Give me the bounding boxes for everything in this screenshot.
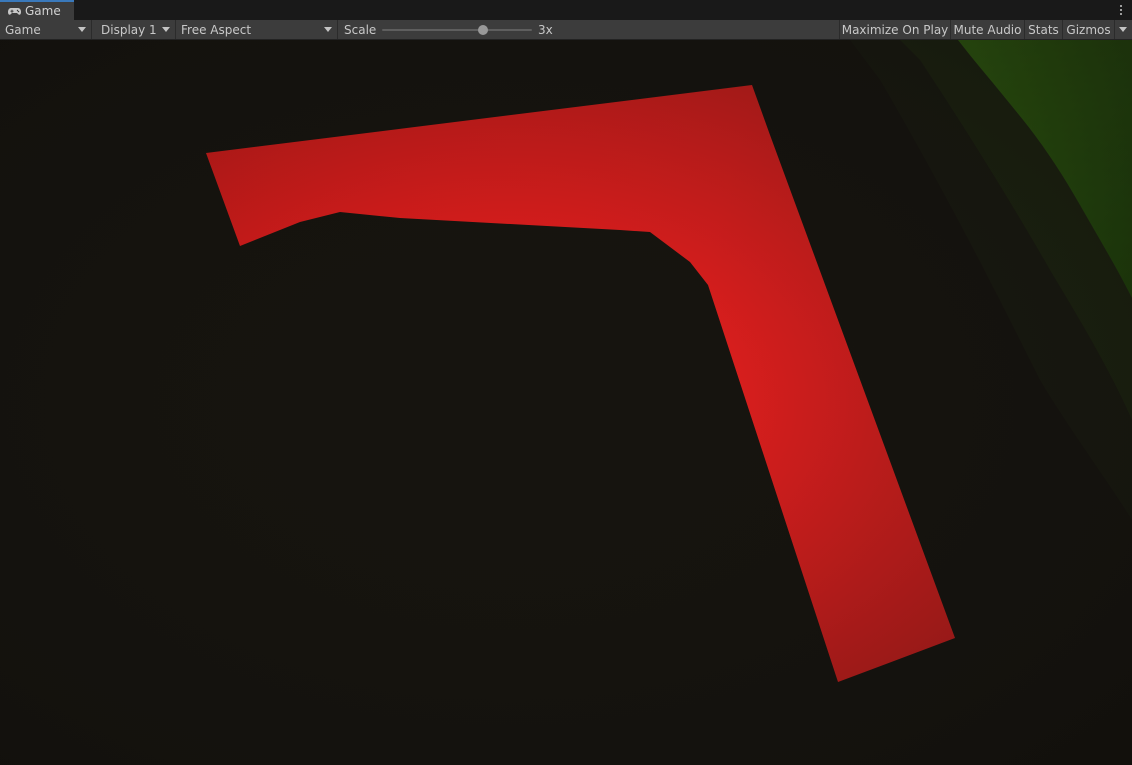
game-viewport[interactable] xyxy=(0,40,1132,765)
kebab-menu-icon[interactable] xyxy=(1118,2,1124,18)
tab-game[interactable]: Game xyxy=(0,0,74,20)
gizmos-toggle[interactable]: Gizmos xyxy=(1062,20,1114,39)
aspect-label: Free Aspect xyxy=(181,22,252,37)
maximize-on-play-label: Maximize On Play xyxy=(841,22,949,37)
mute-audio-label: Mute Audio xyxy=(953,22,1022,37)
maximize-on-play-toggle[interactable]: Maximize On Play xyxy=(839,20,950,39)
gizmos-dropdown[interactable] xyxy=(1114,20,1132,39)
gamepad-icon xyxy=(8,7,21,16)
scene-render xyxy=(0,40,1132,765)
stats-label: Stats xyxy=(1028,22,1059,37)
editor-tab-bar: Game xyxy=(0,0,1132,20)
stats-toggle[interactable]: Stats xyxy=(1024,20,1062,39)
chevron-down-icon xyxy=(324,27,332,32)
display-label: Display 1 xyxy=(101,22,157,37)
aspect-dropdown[interactable]: Free Aspect xyxy=(176,20,338,39)
mute-audio-toggle[interactable]: Mute Audio xyxy=(950,20,1024,39)
scale-slider-handle[interactable] xyxy=(477,25,488,35)
scale-slider[interactable] xyxy=(382,29,532,31)
gizmos-label: Gizmos xyxy=(1066,22,1111,37)
chevron-down-icon xyxy=(162,27,170,32)
game-toolbar: Game Display 1 Free Aspect Scale 3x Maxi… xyxy=(0,20,1132,40)
chevron-down-icon xyxy=(78,27,86,32)
view-mode-label: Game xyxy=(5,22,41,37)
display-dropdown[interactable]: Display 1 xyxy=(96,20,176,39)
tab-title: Game xyxy=(25,4,61,18)
scale-value: 3x xyxy=(538,22,553,37)
chevron-down-icon xyxy=(1119,27,1127,32)
view-mode-dropdown[interactable]: Game xyxy=(0,20,92,39)
scale-label: Scale xyxy=(344,22,377,37)
